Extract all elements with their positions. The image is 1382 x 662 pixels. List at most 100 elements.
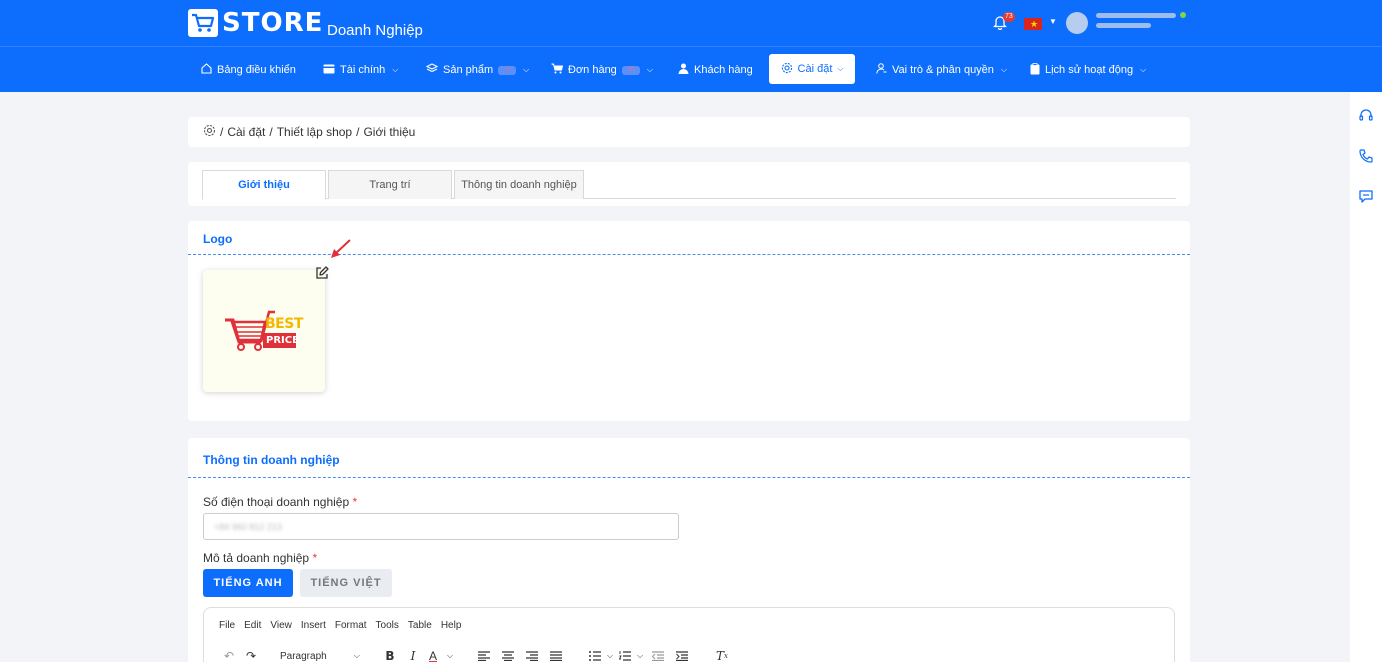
nav-roles[interactable]: Vai trò & phân quyền ⌵ (876, 47, 1007, 93)
language-caret-icon[interactable]: ▼ (1049, 17, 1057, 26)
align-right-icon[interactable] (520, 648, 544, 662)
gear-icon (781, 62, 793, 77)
logo-section: Logo BEST PRICE (188, 221, 1190, 421)
tab-decoration[interactable]: Trang trí (328, 170, 452, 199)
logo-section-title: Logo (203, 232, 233, 246)
align-justify-icon[interactable] (544, 648, 568, 662)
online-status-dot (1180, 12, 1186, 18)
nav-label: Đơn hàng (568, 64, 617, 76)
chevron-down-icon: ⌵ (646, 65, 653, 74)
breadcrumb-separator: / (356, 125, 360, 139)
required-mark: * (312, 551, 318, 565)
section-divider (188, 477, 1190, 478)
nav-label: Sản phẩm (443, 64, 494, 76)
bold-icon[interactable]: B (378, 648, 402, 662)
breadcrumb-separator: / (269, 125, 273, 139)
nav-activity-history[interactable]: Lịch sử hoạt động ⌵ (1030, 47, 1146, 93)
user-info-redacted[interactable] (1096, 13, 1186, 33)
nav-settings[interactable]: Cài đặt ⌵ (769, 54, 855, 84)
headset-support-icon[interactable] (1358, 108, 1374, 124)
red-arrow-annotation-icon (329, 239, 353, 264)
rich-text-editor[interactable]: File Edit View Insert Format Tools Table… (203, 607, 1175, 662)
editor-toolbar: ↶ ↷ Paragraph ⌵ B I A ⌵ ⌵ ⌵ T x (218, 648, 732, 662)
menu-tools[interactable]: Tools (376, 620, 399, 631)
brand-name[interactable]: STORE (222, 8, 323, 38)
breadcrumb-intro: Giới thiệu (363, 125, 416, 139)
phone-label: Số điện thoại doanh nghiệp * (203, 495, 357, 509)
redo-icon[interactable]: ↷ (240, 648, 262, 662)
outdent-icon[interactable] (646, 648, 670, 662)
menu-help[interactable]: Help (441, 620, 462, 631)
menu-table[interactable]: Table (408, 620, 432, 631)
business-phone-input[interactable]: +84 960 812 213 (203, 513, 679, 540)
italic-icon[interactable]: I (402, 648, 424, 662)
breadcrumb-shop-setup[interactable]: Thiết lập shop (277, 125, 352, 139)
chat-bubble-icon[interactable] (1358, 188, 1374, 204)
phone-call-icon[interactable] (1358, 148, 1374, 164)
chevron-down-icon: ⌵ (1000, 65, 1007, 74)
undo-icon[interactable]: ↶ (218, 648, 240, 662)
editor-menubar: File Edit View Insert Format Tools Table… (219, 620, 461, 631)
nav-label: Tài chính (340, 64, 386, 76)
chevron-down-icon: ⌵ (392, 65, 399, 74)
breadcrumb-separator: / (220, 125, 224, 139)
nav-label: Khách hàng (694, 64, 753, 76)
settings-gear-icon[interactable] (203, 124, 216, 140)
layers-icon (425, 63, 439, 77)
menu-file[interactable]: File (219, 620, 235, 631)
menu-edit[interactable]: Edit (244, 620, 261, 631)
nav-label: Lịch sử hoạt động (1045, 64, 1134, 76)
top-header: STORE Doanh Nghiệp 73 ★ ▼ (0, 0, 1382, 46)
tabs-card: Giới thiệu Trang trí Thông tin doanh ngh… (188, 162, 1190, 206)
user-role-icon (876, 63, 887, 77)
nav-dashboard[interactable]: Bảng điều khiển (201, 47, 296, 93)
align-center-icon[interactable] (496, 648, 520, 662)
edit-logo-icon[interactable] (315, 266, 329, 283)
nav-customers[interactable]: Khách hàng (678, 47, 753, 93)
block-format-select[interactable]: Paragraph ⌵ (274, 648, 366, 662)
cart-icon (551, 63, 564, 77)
required-mark: * (352, 495, 358, 509)
user-icon (678, 63, 689, 77)
chevron-down-icon: ⌵ (837, 64, 844, 73)
align-left-icon[interactable] (472, 648, 496, 662)
bullet-list-icon[interactable] (586, 648, 604, 662)
numbered-list-icon[interactable] (616, 648, 634, 662)
nav-finance[interactable]: Tài chính ⌵ (323, 47, 398, 93)
phone-label-text: Số điện thoại doanh nghiệp (203, 495, 350, 509)
business-info-section: Thông tin doanh nghiệp Số điện thoại doa… (188, 438, 1190, 662)
logo-best-text: BEST (265, 316, 303, 332)
chevron-down-icon[interactable]: ⌵ (442, 648, 458, 662)
brand-subtitle: Doanh Nghiệp (327, 22, 423, 39)
text-color-icon[interactable]: A (424, 648, 442, 662)
vietnamese-language-button[interactable]: TIẾNG VIỆT (300, 569, 392, 597)
chevron-down-icon[interactable]: ⌵ (604, 648, 616, 662)
nav-products[interactable]: Sản phẩm 0 ⌵ (425, 47, 529, 93)
chevron-down-icon[interactable]: ⌵ (634, 648, 646, 662)
breadcrumb: / Cài đặt / Thiết lập shop / Giới thiệu (188, 117, 1190, 147)
breadcrumb-settings[interactable]: Cài đặt (227, 125, 265, 139)
chevron-down-icon: ⌵ (353, 651, 360, 660)
menu-format[interactable]: Format (335, 620, 367, 631)
orders-count-badge: 10 (621, 65, 640, 75)
business-info-title: Thông tin doanh nghiệp (203, 453, 340, 467)
vietnam-flag-icon[interactable]: ★ (1024, 18, 1042, 30)
menu-insert[interactable]: Insert (301, 620, 326, 631)
clipboard-icon (1030, 62, 1040, 78)
chevron-down-icon: ⌵ (1140, 65, 1147, 74)
products-count-badge: 0 (498, 65, 517, 75)
logo-image[interactable]: BEST PRICE (203, 270, 325, 392)
store-logo-icon[interactable] (188, 9, 218, 37)
description-label: Mô tả doanh nghiệp * (203, 551, 317, 565)
user-avatar[interactable] (1066, 12, 1088, 34)
english-language-button[interactable]: TIẾNG ANH (203, 569, 293, 597)
main-navbar: Bảng điều khiển Tài chính ⌵ Sản phẩm 0 ⌵… (0, 46, 1382, 92)
indent-icon[interactable] (670, 648, 694, 662)
clear-formatting-icon[interactable]: Tx (712, 648, 732, 662)
tab-intro[interactable]: Giới thiệu (202, 170, 326, 200)
block-format-value: Paragraph (280, 650, 327, 662)
nav-orders[interactable]: Đơn hàng 10 ⌵ (551, 47, 653, 93)
notification-count-badge: 73 (1003, 12, 1015, 22)
menu-view[interactable]: View (270, 620, 292, 631)
tab-business-info[interactable]: Thông tin doanh nghiệp (454, 170, 584, 199)
